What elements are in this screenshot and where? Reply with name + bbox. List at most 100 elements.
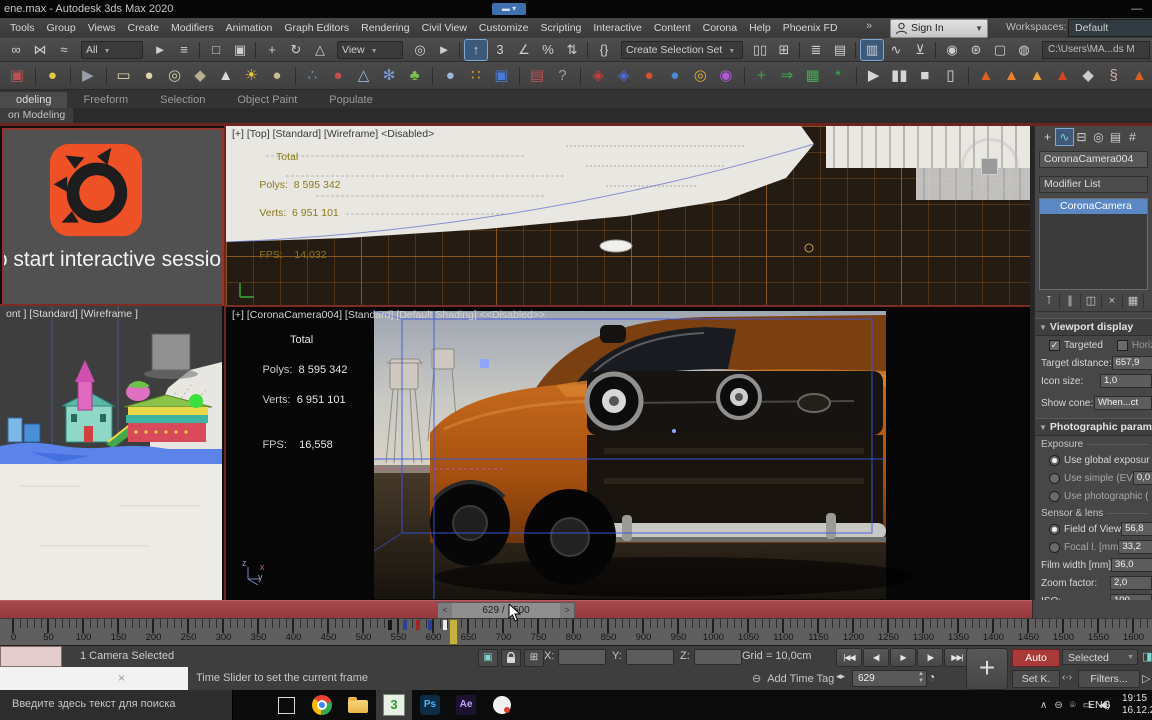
notification-box[interactable]: × <box>0 667 188 691</box>
corona-material-icon[interactable]: ● <box>266 64 288 87</box>
phoenix-box-icon[interactable]: ◉ <box>715 64 737 87</box>
next-arrow-icon[interactable]: ▷ <box>1142 672 1150 685</box>
phoenix-pause-icon[interactable]: ▮▮ <box>888 64 910 87</box>
select-and-manipulate-icon[interactable]: ► <box>433 40 455 60</box>
select-and-move-icon[interactable]: + <box>261 40 283 60</box>
modifier-list-dropdown[interactable]: Modifier List <box>1039 176 1148 193</box>
hierarchy-tab-icon[interactable]: ⊟ <box>1073 129 1090 145</box>
phoenix-arrow-icon[interactable]: ⇒ <box>776 64 798 87</box>
tab-selection[interactable]: Selection <box>144 92 221 108</box>
corona-proxy-icon[interactable]: ● <box>327 64 349 87</box>
tray-mic-icon[interactable]: ⌾ <box>1070 700 1076 711</box>
focal-field[interactable]: 33,2 <box>1118 540 1152 554</box>
phoenix-fire-sim-icon[interactable]: ◈ <box>587 64 609 87</box>
tab-freeform[interactable]: Freeform <box>67 92 144 108</box>
language-indicator[interactable]: ENG <box>1088 699 1111 711</box>
menu-item-10[interactable]: Scripting <box>535 18 588 38</box>
corona-sun-icon[interactable]: ☀ <box>241 64 263 87</box>
utilities-tab-icon[interactable]: # <box>1124 129 1141 145</box>
timeline-key-3[interactable] <box>416 620 420 630</box>
corona-clipboard-icon[interactable]: ▤ <box>526 64 548 87</box>
camera-viewport[interactable]: [+] [CoronaCamera004] [Standard] [Defaul… <box>224 305 1032 602</box>
percent-snap-icon[interactable]: % <box>537 40 559 60</box>
select-and-rotate-icon[interactable]: ↻ <box>285 40 307 60</box>
ev-field[interactable]: 0,0 <box>1133 471 1152 485</box>
tray-expand-icon[interactable]: ∧ <box>1040 700 1047 711</box>
photoshop-button[interactable]: Ps <box>412 690 448 720</box>
focal-length-radio[interactable] <box>1049 542 1060 553</box>
kettle-icon-2[interactable]: § <box>1103 64 1125 87</box>
auto-key-button[interactable]: Auto <box>1012 649 1060 667</box>
current-frame-field[interactable]: 629▲▼ <box>852 670 927 687</box>
corona-grass-icon[interactable]: ♣ <box>404 64 426 87</box>
add-time-tag[interactable]: ⊖Add Time Tag <box>752 672 834 685</box>
phoenix-play-icon[interactable]: ▶ <box>863 64 885 87</box>
menu-item-14[interactable]: Help <box>743 18 777 38</box>
toggle-scene-explorer-icon[interactable]: ▤ <box>829 40 851 60</box>
use-pivot-point-center-icon[interactable]: ◎ <box>409 40 431 60</box>
menu-item-5[interactable]: Animation <box>220 18 279 38</box>
pin-stack-icon[interactable]: ⊺ <box>1039 294 1060 309</box>
modify-tab-icon[interactable]: ∿ <box>1056 129 1073 145</box>
angle-snap-icon[interactable]: ∠ <box>513 40 535 60</box>
corona-vfb-icon[interactable]: ▣ <box>6 64 28 87</box>
play-button[interactable]: ▶ <box>890 648 916 667</box>
menu-item-3[interactable]: Create <box>122 18 166 38</box>
film-width-field[interactable]: 36,0 <box>1111 558 1152 572</box>
phoenix-water-icon[interactable]: ● <box>664 64 686 87</box>
corona-teapot-icon[interactable]: ◆ <box>189 64 211 87</box>
schematic-view-icon[interactable]: ⊻ <box>909 40 931 60</box>
display-tab-icon[interactable]: ▤ <box>1107 129 1124 145</box>
mute-toggle-icon[interactable]: ◨ <box>1142 650 1152 663</box>
top-viewport[interactable]: [+] [Top] [Standard] [Wireframe] <Disabl… <box>224 126 1032 305</box>
fov-field[interactable]: 56,8 <box>1121 522 1152 536</box>
use-photographic-radio[interactable] <box>1049 491 1060 502</box>
bind-to-space-warp-icon[interactable]: ≈ <box>53 40 75 60</box>
corona-vfb-panel[interactable]: to start interactive session <box>2 128 224 306</box>
use-global-exposure-radio[interactable] <box>1049 455 1060 466</box>
corona-knot-icon[interactable]: ✻ <box>378 64 400 87</box>
select-and-scale-icon[interactable]: △ <box>309 40 331 60</box>
field-of-view-radio[interactable] <box>1049 524 1060 535</box>
viewport-display-rollout-header[interactable]: ▼Viewport display <box>1035 318 1152 336</box>
tray-shield-icon[interactable]: ⊖ <box>1054 700 1062 711</box>
chrome-button[interactable] <box>304 690 340 720</box>
menu-item-2[interactable]: Views <box>82 18 122 38</box>
phoenix-burst-icon[interactable]: * <box>827 64 849 87</box>
next-frame-arrow[interactable]: > <box>560 603 574 618</box>
menu-item-11[interactable]: Interactive <box>587 18 647 38</box>
corona-sphere-icon[interactable]: ◎ <box>164 64 186 87</box>
remove-modifier-icon[interactable]: × <box>1102 294 1123 309</box>
corona-help-icon[interactable]: ? <box>552 64 574 87</box>
menu-item-9[interactable]: Customize <box>473 18 535 38</box>
ribbon-collapse-button[interactable]: ▬ ▾ <box>492 3 526 15</box>
taskbar-search-box[interactable]: Введите здесь текст для поиска <box>0 690 233 720</box>
corona-scatter-icon[interactable]: ∴ <box>302 64 324 87</box>
align-icon[interactable]: ⊞ <box>773 40 795 60</box>
show-cone-dropdown[interactable]: When...ct <box>1094 396 1152 410</box>
layer-manager-icon[interactable]: ≣ <box>805 40 827 60</box>
corona-camera-icon[interactable]: ▶ <box>77 64 99 87</box>
mirror-icon[interactable]: ▯▯ <box>749 40 771 60</box>
menu-item-4[interactable]: Modifiers <box>165 18 220 38</box>
set-keys-button[interactable]: + <box>966 648 1008 690</box>
selection-filter-dropdown[interactable]: All▼ <box>81 41 143 59</box>
after-effects-button[interactable]: Ae <box>448 690 484 720</box>
current-frame-marker[interactable] <box>449 619 458 645</box>
polygon-modeling-panel-tab[interactable]: on Modeling <box>0 108 73 123</box>
previous-frame-button[interactable]: ◀| <box>863 648 889 667</box>
photographic-parameters-rollout-header[interactable]: ▼Photographic paramete <box>1035 418 1152 436</box>
time-slider-bar[interactable]: < 629 / 1500 > <box>0 600 1032 619</box>
kettle-icon-1[interactable]: ◆ <box>1077 64 1099 87</box>
frame-display[interactable]: 629 / 1500 <box>452 603 560 618</box>
curve-editor-icon[interactable]: ∿ <box>885 40 907 60</box>
menu-item-7[interactable]: Rendering <box>355 18 415 38</box>
fire-preset-icon-1[interactable]: ▲ <box>975 64 997 87</box>
render-production-icon[interactable]: ◍ <box>1013 40 1035 60</box>
corona-sky-icon[interactable]: ● <box>439 64 461 87</box>
front-viewport-label[interactable]: ont ] [Standard] [Wireframe ] <box>6 308 138 320</box>
corona-app-button[interactable] <box>484 690 520 720</box>
timeline-key-2[interactable] <box>403 620 407 630</box>
file-explorer-button[interactable] <box>340 690 376 720</box>
3ds-max-taskbar-button[interactable]: 3 <box>376 690 412 720</box>
